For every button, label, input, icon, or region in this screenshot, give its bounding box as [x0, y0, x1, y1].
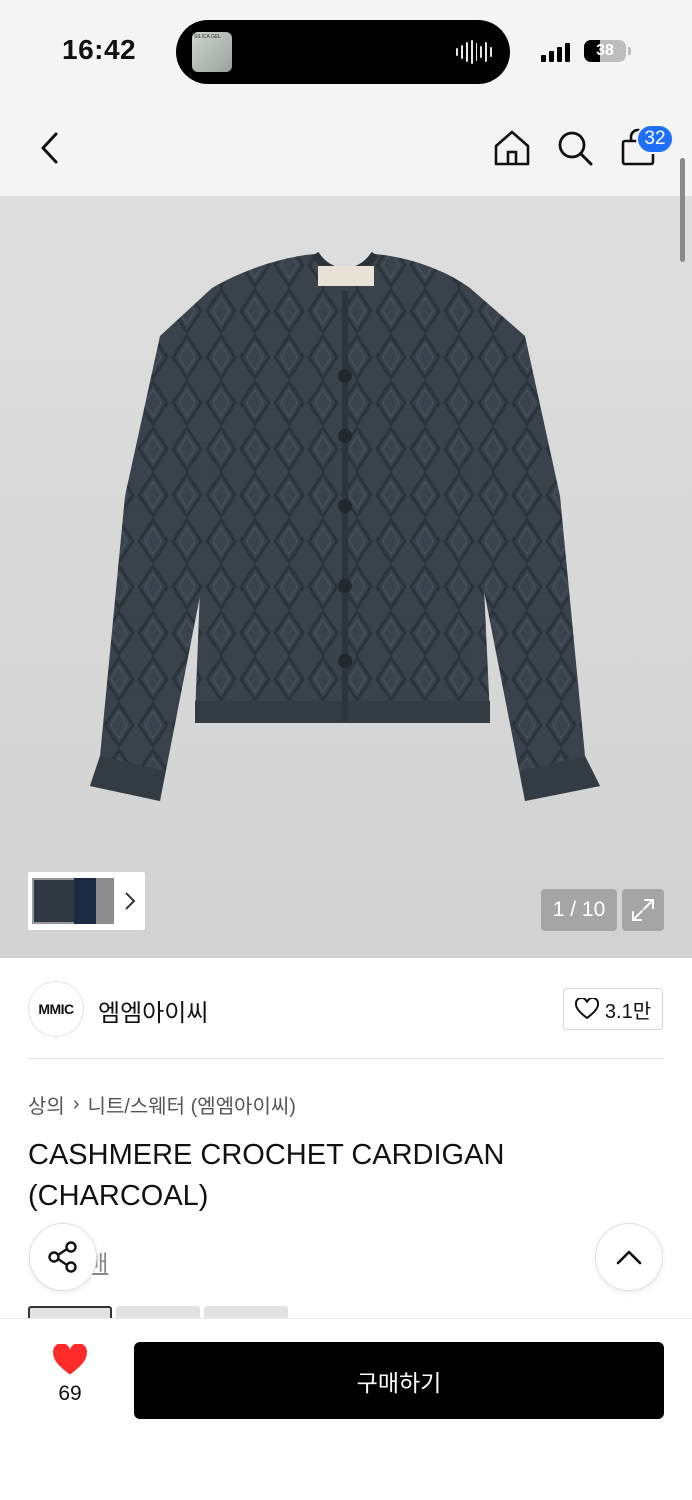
brand-like-button[interactable]: 3.1만 — [563, 988, 663, 1030]
now-playing-artwork: SILICA GEL — [192, 32, 232, 72]
page-scroll-indicator — [680, 158, 685, 262]
battery-icon: 38 — [584, 40, 626, 62]
status-bar: 16:42 SILICA GEL 38 — [0, 0, 692, 100]
brand-logo[interactable]: MMIC — [28, 981, 84, 1037]
battery-tip — [628, 47, 631, 55]
buy-button[interactable]: 구매하기 — [134, 1342, 664, 1419]
back-button[interactable] — [26, 124, 74, 172]
product-like-count: 69 — [58, 1382, 82, 1405]
breadcrumb-category[interactable]: 상의 — [28, 1090, 65, 1119]
thumbnail-grey[interactable] — [96, 878, 114, 924]
dynamic-island[interactable]: SILICA GEL — [176, 20, 510, 84]
scroll-to-top-button[interactable] — [595, 1223, 663, 1291]
chevron-right-icon — [125, 892, 136, 910]
expand-icon — [632, 899, 654, 921]
chevron-left-icon — [41, 132, 58, 164]
product-title: CASHMERE CROCHET CARDIGAN (CHARCOAL) — [28, 1139, 505, 1212]
search-icon — [558, 131, 593, 166]
divider — [28, 1058, 664, 1059]
battery-percent: 38 — [596, 42, 614, 59]
heart-outline-icon — [574, 998, 599, 1020]
thumbnail-charcoal[interactable] — [32, 878, 76, 924]
audio-waveform-icon — [456, 40, 492, 64]
expand-button[interactable] — [622, 889, 664, 931]
breadcrumb-separator: › — [72, 1093, 80, 1115]
breadcrumb: 상의 › 니트/스웨터 (엠엠아이씨) — [28, 1090, 296, 1119]
brand-like-count: 3.1만 — [604, 1000, 652, 1023]
heart-filled-icon — [53, 1344, 87, 1375]
thumbnail-navy[interactable] — [74, 878, 96, 924]
cardigan-image — [90, 251, 600, 801]
cart-count-badge: 32 — [636, 124, 674, 154]
chevron-up-icon — [616, 1250, 642, 1265]
share-button[interactable] — [29, 1223, 97, 1291]
share-icon — [48, 1241, 77, 1273]
cellular-signal-icon — [541, 42, 570, 62]
product-like-button[interactable]: 69 — [40, 1344, 100, 1414]
home-icon — [494, 130, 530, 166]
home-button[interactable] — [488, 124, 536, 172]
search-button[interactable] — [551, 124, 599, 172]
image-counter: 1 / 10 — [541, 889, 617, 931]
brand-name[interactable]: 엠엠아이씨 — [98, 993, 208, 1028]
top-nav — [0, 100, 692, 196]
color-thumbnails[interactable] — [28, 872, 145, 930]
breadcrumb-subcategory[interactable]: 니트/스웨터 (엠엠아이씨) — [87, 1090, 295, 1119]
status-time: 16:42 — [62, 34, 137, 65]
product-image[interactable] — [0, 196, 692, 958]
